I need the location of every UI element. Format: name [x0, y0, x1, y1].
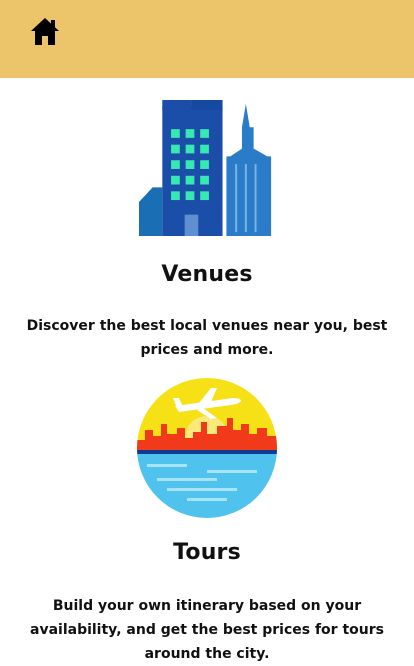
tours-description: Build your own itinerary based on your a… [30, 598, 384, 662]
tours-title: Tours [173, 540, 241, 565]
tours-section: Tours Build your own itinerary based on … [0, 0, 414, 662]
airplane-city-illustration [137, 378, 277, 518]
